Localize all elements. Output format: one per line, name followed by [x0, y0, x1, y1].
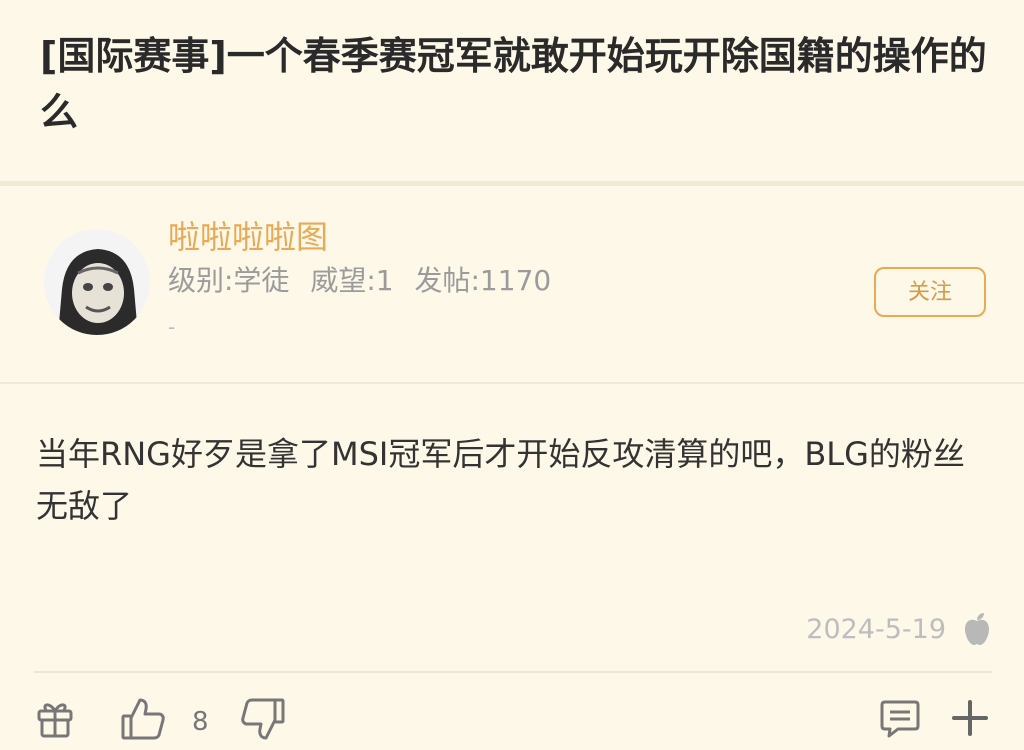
reply-content: 当年RNG好歹是拿了MSI冠军后才开始反攻清算的吧，BLG的粉丝无敌了: [36, 435, 965, 525]
author-meta: 级别:学徒 威望:1 发帖:1170: [168, 262, 551, 300]
author-post-count: 发帖:1170: [414, 264, 552, 297]
user-avatar[interactable]: [44, 229, 150, 335]
comment-icon[interactable]: [880, 698, 920, 738]
avatar-image: [44, 229, 150, 335]
post-title: [国际赛事]一个春季赛冠军就敢开始玩开除国籍的操作的么: [40, 34, 987, 134]
thumbs-down-icon[interactable]: [240, 696, 286, 742]
thumbs-up-icon[interactable]: [120, 696, 166, 742]
divider: [34, 671, 992, 673]
forum-post-page: [国际赛事]一个春季赛冠军就敢开始玩开除国籍的操作的么 啦啦啦啦图 级别:学徒 …: [0, 0, 1024, 750]
divider: [0, 382, 1024, 384]
divider: [0, 181, 1024, 186]
follow-button[interactable]: 关注: [874, 267, 986, 317]
plus-icon[interactable]: [950, 698, 990, 738]
like-count: 8: [192, 707, 209, 737]
author-name[interactable]: 啦啦啦啦图: [168, 215, 328, 259]
author-reputation: 威望:1: [310, 264, 394, 297]
author-signature: -: [168, 315, 176, 339]
reply-date: 2024-5-19: [806, 614, 946, 645]
author-level: 级别:学徒: [168, 264, 290, 297]
apple-icon: [965, 613, 989, 645]
gift-icon[interactable]: [36, 698, 74, 738]
